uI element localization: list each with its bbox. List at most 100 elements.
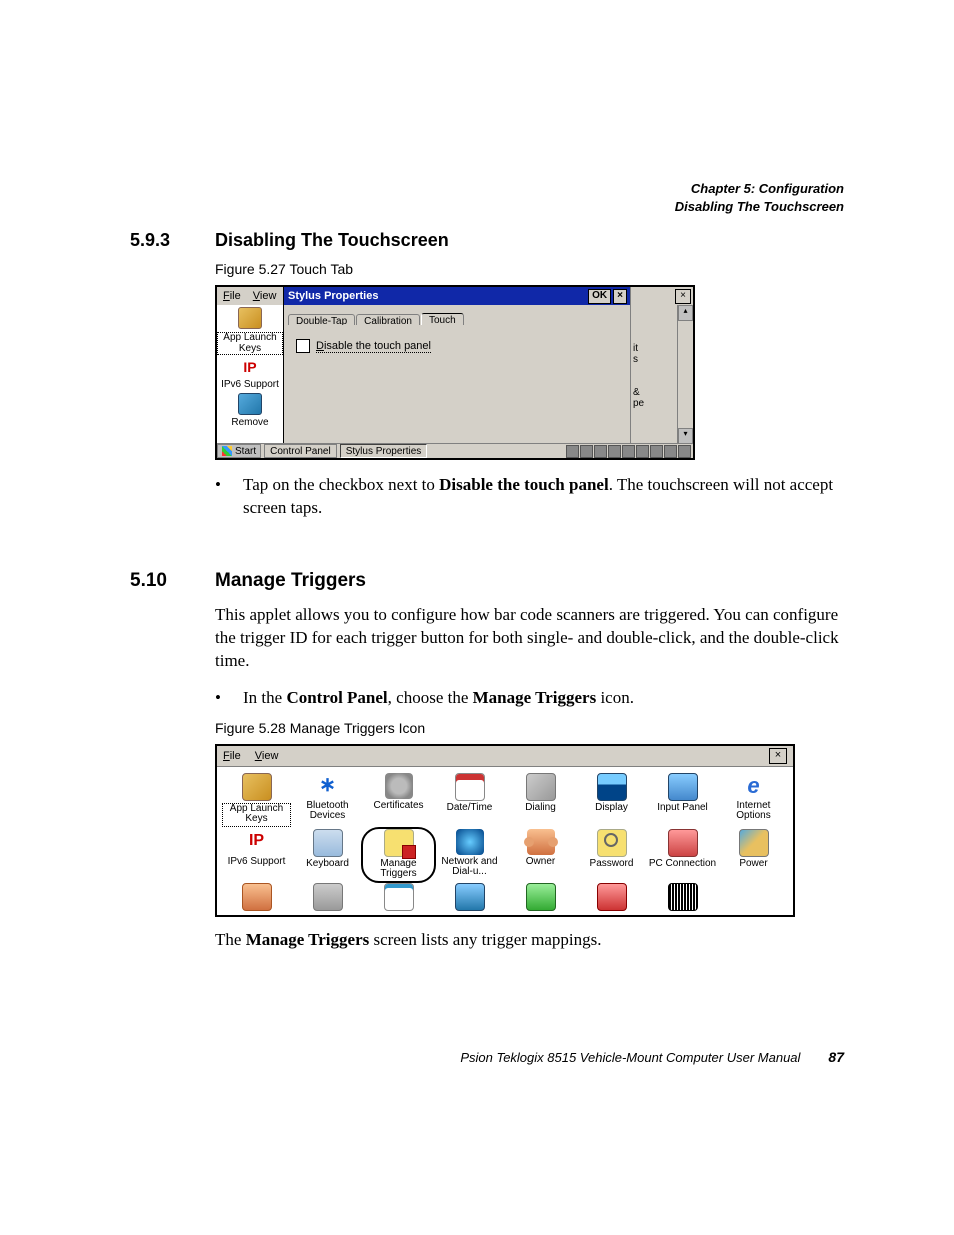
cp-item-app-launch-keys[interactable]: App Launch Keys (217, 332, 283, 355)
cp-ipv6[interactable]: IPIPv6 Support (221, 829, 292, 881)
owner-icon (527, 829, 555, 855)
taskbar: Start Control Panel Stylus Properties (217, 443, 693, 458)
tray-icon[interactable] (650, 445, 663, 458)
cp-item-partial[interactable] (434, 883, 505, 911)
tray-icon[interactable] (678, 445, 691, 458)
menu-file[interactable]: File (223, 750, 241, 762)
figure-caption-527: Figure 5.27 Touch Tab (215, 261, 844, 277)
start-button[interactable]: Start (217, 444, 261, 458)
password-icon (597, 829, 627, 857)
bg-close-button[interactable]: × (675, 289, 691, 304)
pc-connection-icon (668, 829, 698, 857)
cp-item-partial[interactable] (647, 883, 718, 911)
cp-pc-connection[interactable]: PC Connection (647, 829, 718, 881)
cp-password[interactable]: Password (576, 829, 647, 881)
dialing-icon (526, 773, 556, 801)
icon-grid: App Launch Keys ∗Bluetooth Devices Certi… (217, 767, 793, 915)
menu-file[interactable]: File (223, 290, 241, 302)
keyboard-icon (313, 829, 343, 857)
display-icon (597, 773, 627, 801)
ok-button[interactable]: OK (588, 289, 611, 304)
power-icon (739, 829, 769, 857)
cp-input-panel[interactable]: Input Panel (647, 773, 718, 827)
date-time-icon (455, 773, 485, 801)
system-tray (566, 445, 693, 458)
cp-item-partial[interactable] (576, 883, 647, 911)
cp-internet-options[interactable]: eInternet Options (718, 773, 789, 827)
stylus-properties-dialog: Stylus Properties OK × Double-Tap Calibr… (283, 287, 631, 444)
bullet-open-manage-triggers: • In the Control Panel, choose the Manag… (215, 687, 844, 710)
cp-keyboard[interactable]: Keyboard (292, 829, 363, 881)
barcode-icon (668, 883, 698, 911)
disable-touch-checkbox[interactable] (296, 339, 310, 353)
ipv6-icon: IP (243, 829, 271, 855)
screenshot-stylus-properties: File View App Launch Keys IP IPv6 Suppor… (215, 285, 695, 460)
tray-icon[interactable] (580, 445, 593, 458)
tray-icon[interactable] (664, 445, 677, 458)
header-section: Disabling The Touchscreen (675, 198, 844, 216)
close-button[interactable]: × (769, 748, 787, 764)
ipv6-icon: IP (239, 357, 261, 377)
figure-caption-528: Figure 5.28 Manage Triggers Icon (215, 720, 844, 736)
running-header: Chapter 5: Configuration Disabling The T… (675, 180, 844, 215)
scroll-down-icon[interactable]: ▾ (678, 428, 693, 444)
dialog-body: Disable the touch panel (284, 325, 631, 444)
header-chapter: Chapter 5: Configuration (675, 180, 844, 198)
cp-item-remove[interactable]: Remove (217, 418, 283, 429)
cp-bluetooth[interactable]: ∗Bluetooth Devices (292, 773, 363, 827)
dialog-titlebar: Stylus Properties OK × (284, 287, 631, 305)
cp-item-partial[interactable] (221, 883, 292, 911)
control-panel-left-column: App Launch Keys IP IPv6 Support Remove (217, 305, 283, 444)
bluetooth-icon: ∗ (314, 773, 342, 799)
tray-icon[interactable] (636, 445, 649, 458)
tray-icon[interactable] (594, 445, 607, 458)
cp-power[interactable]: Power (718, 829, 789, 881)
cp-owner[interactable]: Owner (505, 829, 576, 881)
cp-display[interactable]: Display (576, 773, 647, 827)
generic-icon (597, 883, 627, 911)
generic-icon (242, 883, 272, 911)
network-icon (456, 829, 484, 855)
disable-touch-checkbox-row: Disable the touch panel (296, 339, 619, 353)
generic-icon (313, 883, 343, 911)
cp-date-time[interactable]: Date/Time (434, 773, 505, 827)
app-launch-keys-icon (238, 307, 262, 329)
internet-options-icon: e (740, 773, 768, 799)
bullet-disable-touch: • Tap on the checkbox next to Disable th… (215, 474, 844, 520)
menu-view[interactable]: View (255, 750, 279, 762)
tray-icon[interactable] (622, 445, 635, 458)
footer-text: Psion Teklogix 8515 Vehicle-Mount Comput… (460, 1050, 800, 1065)
section-title-510: Manage Triggers (215, 570, 366, 592)
cp-item-ipv6[interactable]: IPv6 Support (217, 380, 283, 391)
scroll-up-icon[interactable]: ▴ (678, 305, 693, 321)
close-button[interactable]: × (613, 289, 627, 304)
scrollbar[interactable]: ▴ ▾ (677, 305, 693, 444)
cp-app-launch-keys[interactable]: App Launch Keys (221, 773, 292, 827)
tail-text: The Manage Triggers screen lists any tri… (215, 929, 844, 952)
page-footer: Psion Teklogix 8515 Vehicle-Mount Comput… (130, 1049, 844, 1065)
generic-icon (455, 883, 485, 911)
section-number-593: 5.9.3 (130, 230, 215, 251)
generic-icon (384, 883, 414, 911)
screenshot-control-panel-grid: File View × App Launch Keys ∗Bluetooth D… (215, 744, 795, 917)
tray-icon[interactable] (566, 445, 579, 458)
cp-dialing[interactable]: Dialing (505, 773, 576, 827)
manage-triggers-icon (384, 829, 414, 857)
para-manage-triggers: This applet allows you to configure how … (215, 604, 844, 673)
generic-icon (526, 883, 556, 911)
cp-item-partial[interactable] (292, 883, 363, 911)
menu-bar: File View × (217, 746, 793, 767)
windows-flag-icon (222, 446, 232, 456)
menu-view[interactable]: View (253, 290, 277, 302)
cp-item-partial[interactable] (363, 883, 434, 911)
cp-manage-triggers[interactable]: Manage Triggers (363, 829, 434, 881)
cp-network[interactable]: Network and Dial-u... (434, 829, 505, 881)
bg-text-fragment: its &pe (633, 343, 644, 409)
taskbar-stylus-properties[interactable]: Stylus Properties (340, 444, 428, 458)
cp-certificates[interactable]: Certificates (363, 773, 434, 827)
taskbar-control-panel[interactable]: Control Panel (264, 444, 337, 458)
cp-item-partial[interactable] (505, 883, 576, 911)
tray-icon[interactable] (608, 445, 621, 458)
background-window-sliver: × its &pe ▴ ▾ (630, 287, 693, 444)
dialog-title: Stylus Properties (288, 290, 378, 302)
